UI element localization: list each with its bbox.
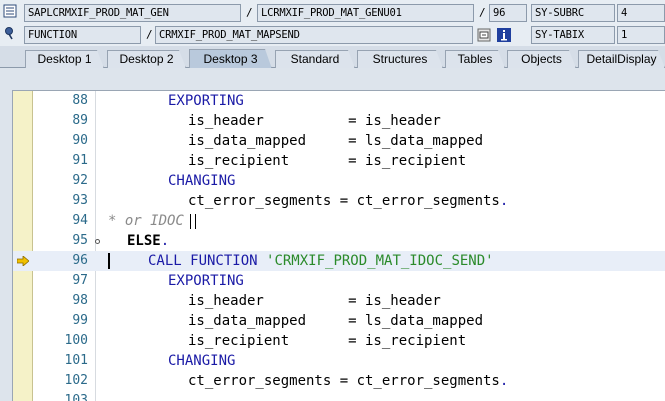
- line-number: 89: [72, 113, 88, 128]
- code-line: 90 is_data_mapped = ls_data_mapped: [13, 131, 665, 151]
- line-number: 100: [64, 333, 88, 348]
- navigate-icon[interactable]: [477, 28, 491, 42]
- line-number: 101: [64, 353, 88, 368]
- line-number: 97: [72, 273, 88, 288]
- code-text: ELSE.: [127, 233, 170, 249]
- code-text: ct_error_segments = ct_error_segments.: [188, 193, 509, 209]
- code-line: 92 CHANGING: [13, 171, 665, 191]
- code-text: is_header = is_header: [188, 113, 441, 129]
- info-icon[interactable]: [497, 28, 511, 42]
- caret: [108, 253, 110, 269]
- code-text: EXPORTING: [168, 273, 244, 289]
- tab-tables[interactable]: Tables: [445, 50, 505, 68]
- line-number: 99: [72, 313, 88, 328]
- code-line: 93 ct_error_segments = ct_error_segments…: [13, 191, 665, 211]
- code-line: 91 is_recipient = is_recipient: [13, 151, 665, 171]
- line-number: 88: [72, 93, 88, 108]
- program-field[interactable]: SAPLCRMXIF_PROD_MAT_GEN: [24, 4, 241, 22]
- code-text: EXPORTING: [168, 93, 244, 109]
- system-variable-name-1[interactable]: SY-SUBRC: [531, 4, 615, 22]
- tab-desktop-3[interactable]: Desktop 3: [189, 49, 272, 69]
- system-variable-value-1[interactable]: 4: [617, 4, 665, 22]
- tab-strip: Desktop 1 Desktop 2 Desktop 3 Standard S…: [0, 46, 665, 68]
- code-line: 102 ct_error_segments = ct_error_segment…: [13, 371, 665, 391]
- code-text: is_data_mapped = ls_data_mapped: [188, 133, 484, 149]
- tab-standard[interactable]: Standard: [275, 50, 355, 68]
- block-marker-icon[interactable]: [95, 239, 100, 244]
- system-variable-name-2[interactable]: SY-TABIX: [531, 26, 615, 44]
- object-type-field[interactable]: FUNCTION: [24, 26, 141, 44]
- code-text: ct_error_segments = ct_error_segments.: [188, 373, 509, 389]
- path-separator: /: [479, 6, 486, 19]
- tab-objects[interactable]: Objects: [507, 50, 576, 68]
- text-cursor-icon: [190, 214, 196, 229]
- tab-desktop-2[interactable]: Desktop 2: [107, 50, 186, 68]
- code-text: is_header = is_header: [188, 293, 441, 309]
- line-number: 90: [72, 133, 88, 148]
- line-number: 96: [72, 253, 88, 268]
- code-line: 88 EXPORTING: [13, 91, 665, 111]
- line-number: 98: [72, 293, 88, 308]
- debugger-info-bar: SAPLCRMXIF_PROD_MAT_GEN / LCRMXIF_PROD_M…: [0, 0, 665, 46]
- arrow-right-icon: [17, 256, 29, 266]
- line-number: 102: [64, 373, 88, 388]
- line-number: 91: [72, 153, 88, 168]
- line-number-field[interactable]: 96: [489, 4, 527, 22]
- source-editor[interactable]: 88 EXPORTING 89 is_header = is_header 90…: [12, 90, 665, 401]
- path-separator: /: [146, 28, 153, 41]
- line-number: 95: [72, 233, 88, 248]
- current-code-line: 96 CALL FUNCTION 'CRMXIF_PROD_MAT_IDOC_S…: [13, 251, 665, 271]
- code-text: CALL FUNCTION 'CRMXIF_PROD_MAT_IDOC_SEND…: [148, 253, 494, 269]
- code-text: is_recipient = is_recipient: [188, 333, 467, 349]
- tab-desktop-1[interactable]: Desktop 1: [25, 50, 104, 68]
- line-number: 93: [72, 193, 88, 208]
- line-number: 94: [72, 213, 88, 228]
- code-text: is_data_mapped = ls_data_mapped: [188, 313, 484, 329]
- object-name-field[interactable]: CRMXIF_PROD_MAT_MAPSEND: [155, 26, 473, 44]
- pin-icon: [5, 27, 13, 40]
- code-line: 99 is_data_mapped = ls_data_mapped: [13, 311, 665, 331]
- line-number: 92: [72, 173, 88, 188]
- path-separator: /: [246, 6, 253, 19]
- code-line: 94 * or IDOC: [13, 211, 665, 231]
- code-text: CHANGING: [168, 353, 236, 369]
- list-icon: [3, 4, 17, 18]
- code-text: CHANGING: [168, 173, 236, 189]
- code-line: 97 EXPORTING: [13, 271, 665, 291]
- tab-detail-display[interactable]: DetailDisplay: [578, 50, 665, 68]
- include-field[interactable]: LCRMXIF_PROD_MAT_GENU01: [257, 4, 474, 22]
- code-line: 100 is_recipient = is_recipient: [13, 331, 665, 351]
- tab-structures[interactable]: Structures: [357, 50, 443, 68]
- line-number: 103: [64, 393, 88, 401]
- code-line: 98 is_header = is_header: [13, 291, 665, 311]
- code-line: 103: [13, 391, 665, 401]
- code-text: is_recipient = is_recipient: [188, 153, 467, 169]
- system-variable-value-2[interactable]: 1: [617, 26, 665, 44]
- code-line: 89 is_header = is_header: [13, 111, 665, 131]
- code-line: 95 ELSE.: [13, 231, 665, 251]
- code-line: 101 CHANGING: [13, 351, 665, 371]
- comment-text: * or IDOC: [108, 213, 184, 229]
- source-code-panel: 88 EXPORTING 89 is_header = is_header 90…: [0, 68, 665, 401]
